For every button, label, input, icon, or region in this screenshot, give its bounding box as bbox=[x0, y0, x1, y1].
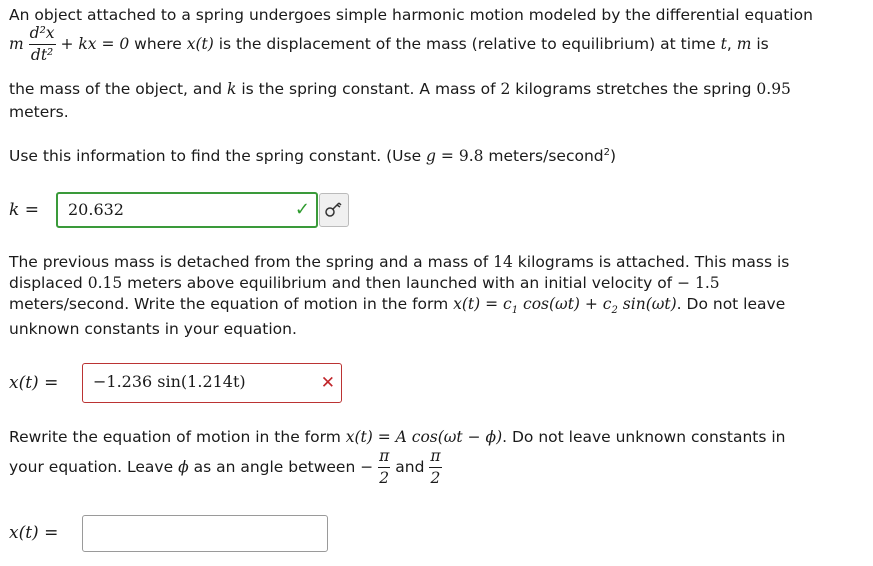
frac-den: 2 bbox=[430, 468, 441, 487]
xt-answer-input-part3[interactable] bbox=[82, 515, 328, 552]
frac-num: π bbox=[429, 448, 442, 468]
text: Rewrite the equation of motion in the fo… bbox=[9, 428, 346, 446]
text: displaced bbox=[9, 274, 88, 292]
xt-label-part2: x(t) = bbox=[9, 373, 59, 393]
part2-line-3: meters/second. Write the equation of mot… bbox=[9, 295, 785, 316]
use-line: Use this information to find the spring … bbox=[9, 147, 616, 165]
eq-m: m bbox=[9, 35, 24, 53]
xt-label-part3: x(t) = bbox=[9, 523, 59, 543]
text: is the displacement of the mass (relativ… bbox=[213, 35, 721, 53]
text: meters. bbox=[9, 103, 69, 121]
eq-numerator: d²x bbox=[28, 25, 56, 45]
math-neg15: − 1.5 bbox=[677, 274, 720, 292]
intro-line-3: the mass of the object, and k is the spr… bbox=[9, 80, 791, 98]
text: is bbox=[751, 35, 769, 53]
k-answer-input[interactable]: 20.632 ✓ bbox=[56, 192, 318, 228]
text: your equation. Leave bbox=[9, 458, 179, 476]
math-g: g bbox=[426, 147, 436, 166]
text: meters above equilibrium and then launch… bbox=[122, 274, 678, 292]
math-form-3: sin(ωt) bbox=[617, 295, 677, 313]
part2-line-4: unknown constants in your equation. bbox=[9, 320, 297, 338]
intro-line-2: m d²x dt² + kx = 0 where x(t) is the dis… bbox=[9, 25, 769, 64]
text: kilograms is attached. This mass is bbox=[512, 253, 790, 271]
text: unknown constants in your equation. bbox=[9, 320, 297, 338]
math-2: 2 bbox=[500, 80, 511, 98]
part3-line-2: your equation. Leave ϕ as an angle betwe… bbox=[9, 448, 442, 487]
math-eq: = bbox=[435, 147, 459, 166]
frac-num: π bbox=[378, 448, 391, 468]
math-095: 0.95 bbox=[756, 80, 791, 98]
part2-line-1: The previous mass is detached from the s… bbox=[9, 253, 789, 271]
math-14: 14 bbox=[493, 253, 513, 271]
part2-line-2: displaced 0.15 meters above equilibrium … bbox=[9, 274, 720, 292]
math-015: 0.15 bbox=[87, 274, 123, 292]
text: meters/second. Write the equation of mot… bbox=[9, 295, 454, 313]
math-k: k bbox=[226, 80, 237, 98]
math-form-2: cos(ωt) + c bbox=[518, 295, 612, 313]
key-icon bbox=[325, 202, 342, 217]
text: is the spring constant. A mass of bbox=[236, 80, 501, 98]
intro-text: An object attached to a spring undergoes… bbox=[9, 6, 813, 24]
math-98: 9.8 bbox=[458, 147, 484, 166]
math-xt: x(t) bbox=[186, 35, 214, 53]
math-aform: x(t) = A cos(ωt − ϕ) bbox=[345, 428, 503, 446]
part3-line-1: Rewrite the equation of motion in the fo… bbox=[9, 428, 785, 446]
neg-pi-over-2: π 2 bbox=[378, 448, 391, 487]
math-form: x(t) = c bbox=[453, 295, 512, 313]
text: . Do not leave unknown constants in bbox=[502, 428, 786, 446]
text: kilograms stretches the spring bbox=[510, 80, 757, 98]
math-neg: − bbox=[360, 458, 374, 476]
text: , bbox=[726, 35, 737, 53]
math-m: m bbox=[736, 35, 752, 53]
text: the mass of the object, and bbox=[9, 80, 227, 98]
k-label: k = bbox=[9, 200, 39, 220]
intro-line-4: meters. bbox=[9, 103, 69, 121]
frac-den: 2 bbox=[379, 468, 390, 487]
text: where bbox=[129, 35, 187, 53]
check-icon: ✓ bbox=[294, 199, 310, 220]
text: Use this information to find the spring … bbox=[9, 147, 427, 166]
xt-answer-value-part2: −1.236 sin(1.214t) bbox=[93, 372, 246, 391]
text: as an angle between bbox=[188, 458, 361, 476]
text: ) bbox=[609, 147, 617, 166]
text: meters/second bbox=[483, 147, 604, 166]
intro-line-1: An object attached to a spring undergoes… bbox=[9, 6, 813, 24]
key-button[interactable] bbox=[319, 193, 349, 227]
text: and bbox=[390, 458, 430, 476]
k-answer-value: 20.632 bbox=[68, 200, 124, 219]
cross-icon: ✕ bbox=[320, 373, 335, 393]
eq-rest: + kx = 0 bbox=[60, 35, 130, 53]
eq-denominator: dt² bbox=[30, 45, 54, 64]
text: The previous mass is detached from the s… bbox=[9, 253, 494, 271]
xt-answer-input-part2[interactable]: −1.236 sin(1.214t) ✕ bbox=[82, 363, 342, 403]
eq-fraction: d²x dt² bbox=[28, 25, 56, 64]
text: . Do not leave bbox=[676, 295, 786, 313]
math-phi: ϕ bbox=[178, 458, 189, 476]
pi-over-2: π 2 bbox=[429, 448, 442, 487]
